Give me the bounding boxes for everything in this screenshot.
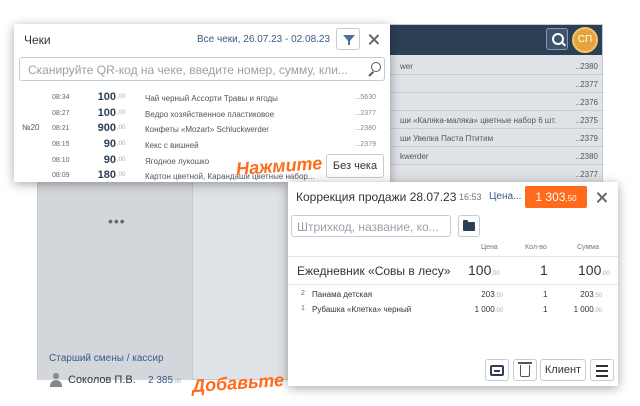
list-item: wer ..2380 xyxy=(388,57,604,75)
popup-title: Чеки xyxy=(24,33,51,47)
list-item: kwerder ..2380 xyxy=(388,147,604,165)
cheque-row[interactable]: 08:27 100,00 Ведро хозяйственное пластиков… xyxy=(14,106,390,122)
menu-icon-line xyxy=(596,375,608,377)
user-icon xyxy=(49,373,63,387)
filter-icon[interactable] xyxy=(336,28,360,50)
close-icon[interactable] xyxy=(366,32,382,48)
cashier-amount: 2 385,00 xyxy=(148,375,182,386)
table-row[interactable]: 2 Панама детская 203,50 1 203,50 xyxy=(288,288,618,302)
avatar[interactable]: СП xyxy=(572,27,598,53)
client-button[interactable]: Клиент xyxy=(540,359,586,381)
popup-title: Коррекция продажи 28.07.23 xyxy=(296,190,457,204)
cheques-popup: Чеки Все чеки, 26.07.23 - 02.08.23 Скани… xyxy=(14,24,390,182)
divider xyxy=(288,284,618,285)
time-label: 16:53 xyxy=(459,192,482,202)
list-item: ..2377 xyxy=(388,75,604,93)
search-icon[interactable] xyxy=(546,28,568,50)
background-list: wer ..2380 ..2377 ..2376 ши «Каляка-маляк… xyxy=(388,57,604,183)
close-icon[interactable] xyxy=(594,190,610,206)
no-cheque-button[interactable]: Без чека xyxy=(326,154,384,178)
price-type-link[interactable]: Цена... xyxy=(489,191,521,202)
main-item-sum: 100,00 xyxy=(578,262,610,278)
table-row[interactable]: 1 Рубашка «Клетка» черный 1 000,00 1 1 000,0… xyxy=(288,303,618,317)
menu-icon-line xyxy=(596,370,608,372)
list-item: ..2376 xyxy=(388,93,604,111)
cashier-info[interactable]: Соколов П.В. 2 385,00 xyxy=(49,373,189,389)
sale-correction-popup: Коррекция продажи 28.07.23 16:53 Цена...… xyxy=(288,182,618,386)
column-header-sum: Сумма xyxy=(577,244,599,251)
cashier-name: Соколов П.В. xyxy=(68,374,136,386)
menu-button[interactable] xyxy=(590,359,614,381)
product-search-input[interactable]: Штрихкод, название, ко... xyxy=(291,215,451,237)
more-dots[interactable]: ••• xyxy=(108,213,126,229)
role-label: Старший смены / кассир xyxy=(49,353,164,364)
search-icon[interactable] xyxy=(368,62,382,76)
main-item-qty: 1 xyxy=(540,262,548,278)
cheque-search-input[interactable]: Сканируйте QR-код на чеке, введите номер… xyxy=(19,57,385,81)
menu-icon xyxy=(596,365,608,367)
trash-icon xyxy=(518,362,532,377)
main-item-price: 100,00 xyxy=(468,262,500,278)
cash-drawer-button[interactable] xyxy=(485,359,509,381)
divider xyxy=(288,256,618,257)
column-header-price: Цена xyxy=(481,244,498,251)
list-item: ..2377 xyxy=(388,165,604,183)
delete-button[interactable] xyxy=(513,359,537,381)
list-item: ши Увелка Паста Птитим ..2379 xyxy=(388,129,604,147)
cheque-row[interactable]: 08:15 90,00 Кекс с вишней ...2379 xyxy=(14,137,390,153)
total-amount-button[interactable]: 1 303,50 xyxy=(525,186,587,208)
list-item: ши «Каляка-маляка» цветные набор 6 шт...… xyxy=(388,111,604,129)
cheque-row[interactable]: 08:34 100,00 Чай черный Ассорти Травы и яг… xyxy=(14,90,390,106)
column-header-qty: Кол-во xyxy=(525,244,547,251)
cash-drawer-icon xyxy=(490,365,504,376)
cheque-row[interactable]: 08:21 900,00 Конфеты «Mozart» Schluckwerde… xyxy=(14,121,390,137)
main-item-name[interactable]: Ежедневник «Совы в лесу» xyxy=(297,264,451,278)
folder-icon[interactable] xyxy=(458,215,480,237)
date-filter-link[interactable]: Все чеки, 26.07.23 - 02.08.23 xyxy=(197,34,330,45)
